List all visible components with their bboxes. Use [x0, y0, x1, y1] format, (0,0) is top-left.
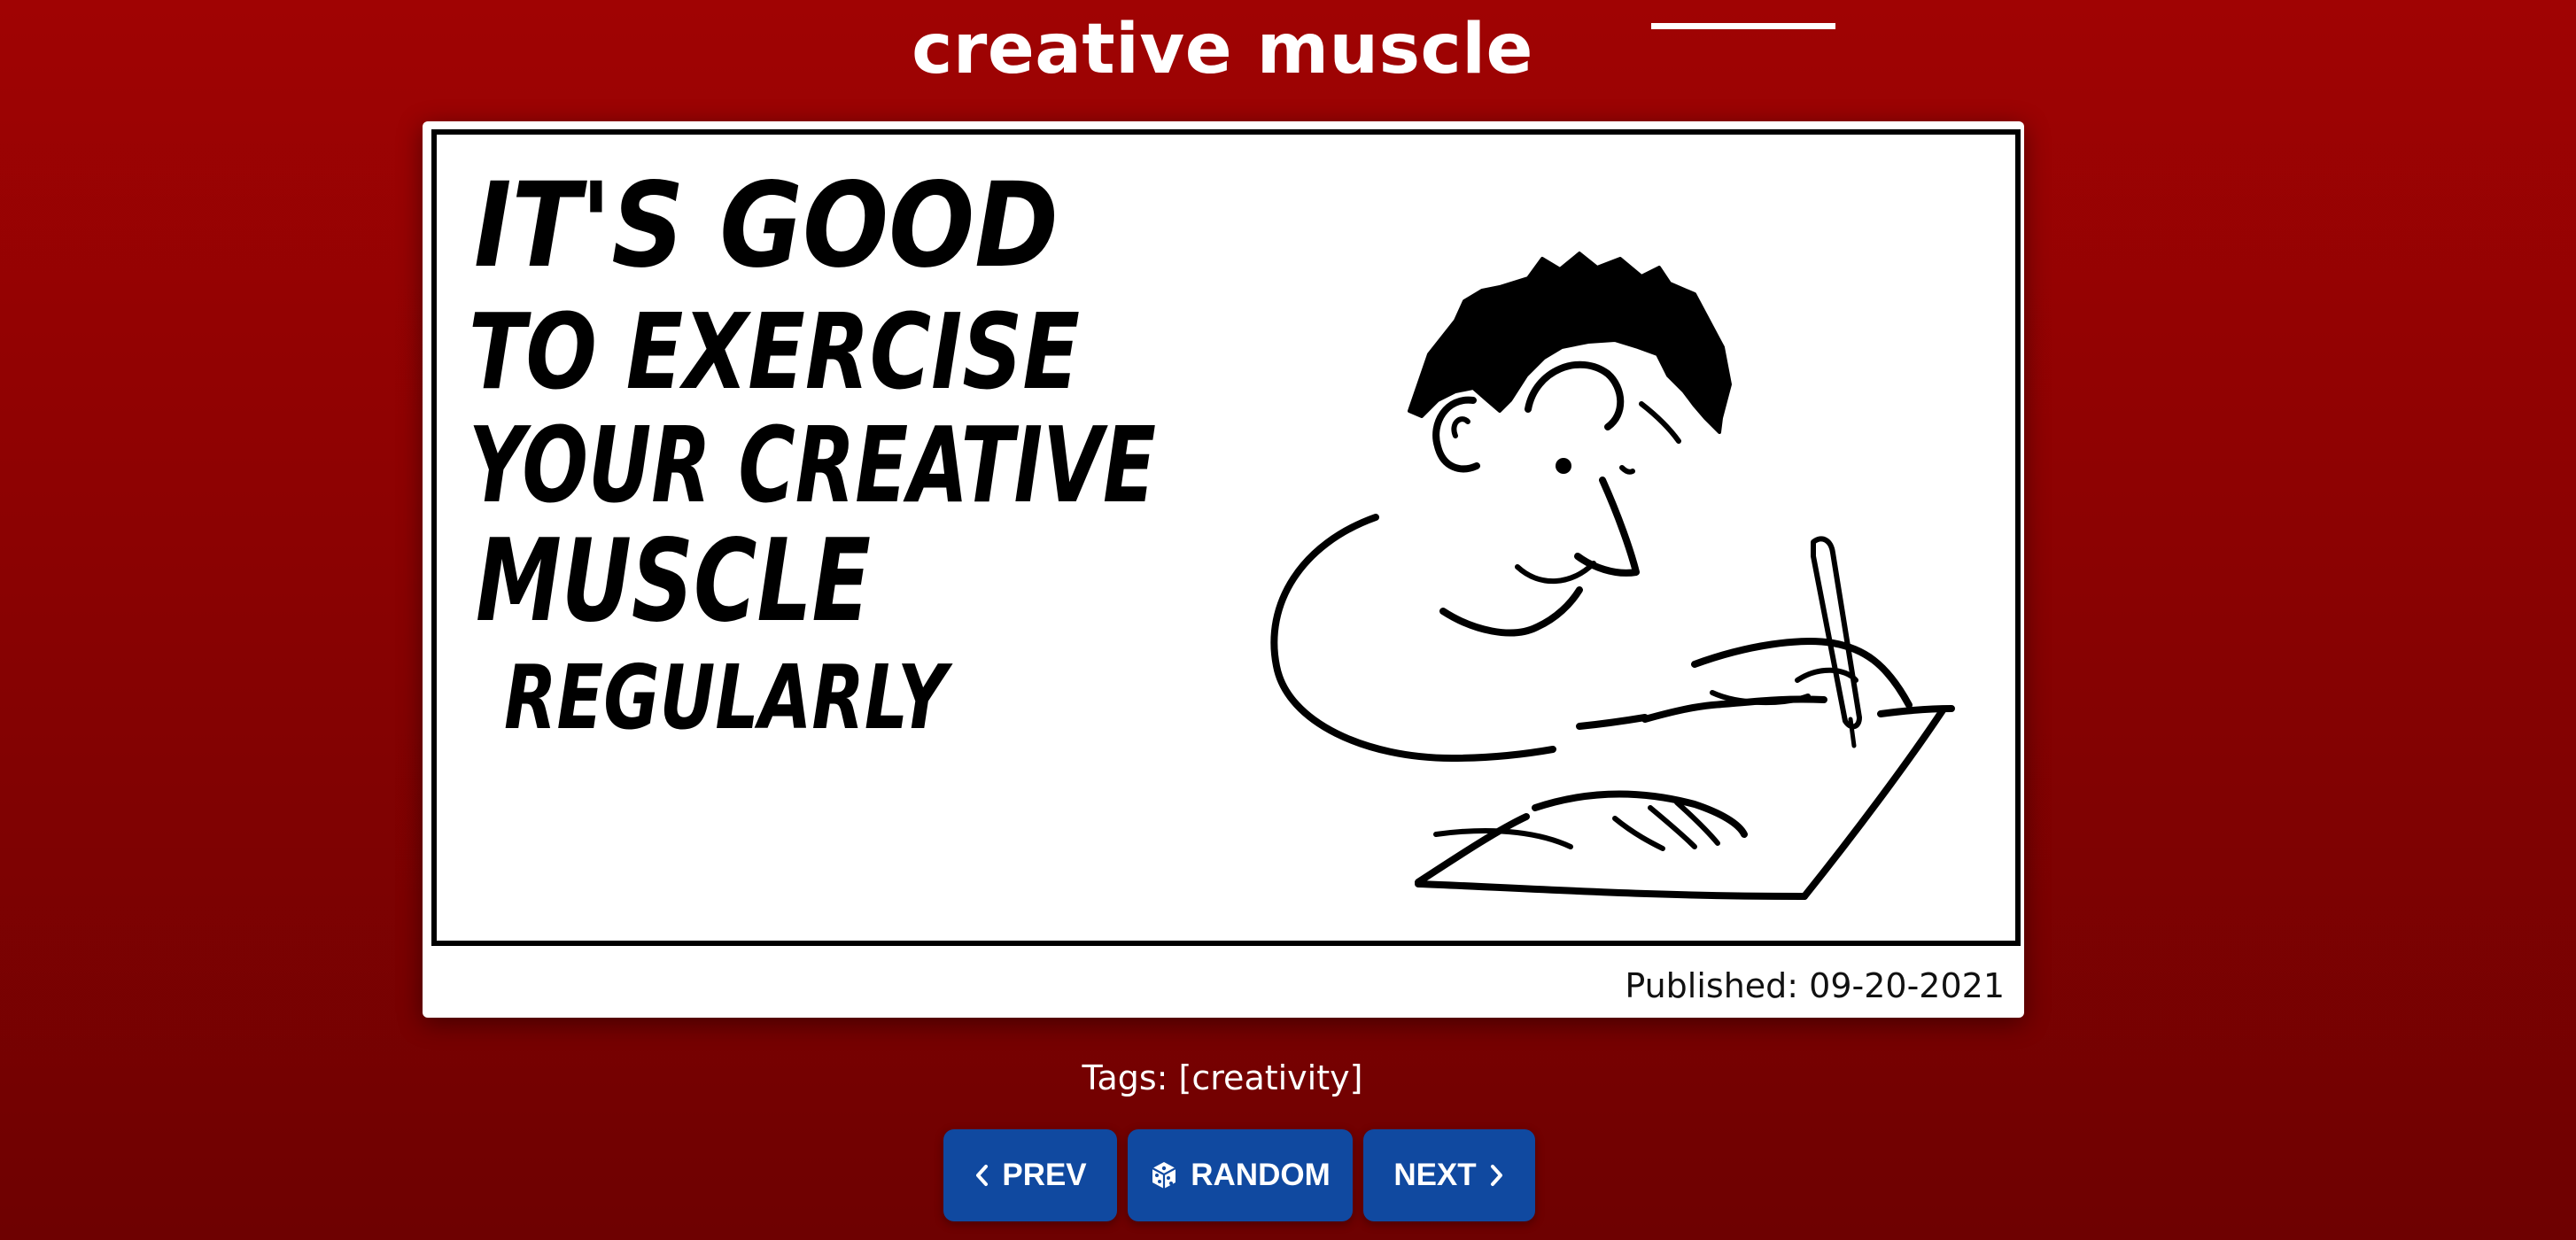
next-button[interactable]: NEXT: [1363, 1129, 1535, 1221]
random-button[interactable]: RANDOM: [1128, 1129, 1353, 1221]
nose-tip: [1619, 465, 1635, 475]
paper-bottom-edge: [1415, 880, 1808, 900]
comic-text-line-1: IT'S GOOD: [474, 158, 1059, 294]
eyebrow: [1525, 360, 1625, 430]
comic-navigation: PREV RANDOM NEXT: [0, 1129, 2445, 1221]
comic-text-line-4: MUSCLE: [476, 515, 871, 647]
nose: [1574, 477, 1640, 577]
forearm-top: [1576, 714, 1649, 730]
eye-brow-line: [1639, 401, 1681, 444]
hand-finger: [1795, 667, 1858, 683]
prev-button[interactable]: PREV: [943, 1129, 1117, 1221]
top-divider: [1651, 23, 1835, 29]
comic-text-line-3: YOUR CREATIVE: [469, 404, 1156, 526]
shoulder-arm: [1270, 514, 1556, 762]
hand-lower: [1532, 790, 1748, 838]
comic-illustration: IT'S GOOD TO EXERCISE YOUR CREATIVE MUSC…: [469, 158, 1955, 900]
ear-inner: [1451, 416, 1470, 438]
page-title: creative muscle: [912, 10, 1533, 89]
comic-text-line-2: TO EXERCISE: [469, 291, 1080, 413]
tags-line: Tags: [creativity]: [1082, 1058, 1363, 1097]
eye: [1556, 458, 1571, 474]
pen-tip: [1848, 717, 1857, 748]
next-label: NEXT: [1393, 1158, 1477, 1192]
chevron-right-icon: [1489, 1164, 1505, 1187]
fingers-1: [1612, 816, 1665, 851]
paper-right-edge: [1801, 707, 1946, 900]
chin: [1439, 586, 1583, 637]
published-date: Published: 09-20-2021: [1625, 966, 2005, 1005]
random-label: RANDOM: [1191, 1158, 1331, 1192]
comic-panel: IT'S GOOD TO EXERCISE YOUR CREATIVE MUSC…: [431, 129, 2021, 946]
paper-inner-line: [1433, 827, 1573, 849]
dice-icon: [1150, 1160, 1178, 1190]
paper-left-edge: [1415, 813, 1530, 886]
comic-card: IT'S GOOD TO EXERCISE YOUR CREATIVE MUSC…: [423, 121, 2024, 1018]
comic-text-line-5: REGULARLY: [504, 646, 953, 749]
chevron-left-icon: [974, 1164, 989, 1187]
prev-label: PREV: [1002, 1158, 1087, 1192]
mouth: [1515, 561, 1596, 585]
drawing-person: [1270, 252, 1955, 900]
